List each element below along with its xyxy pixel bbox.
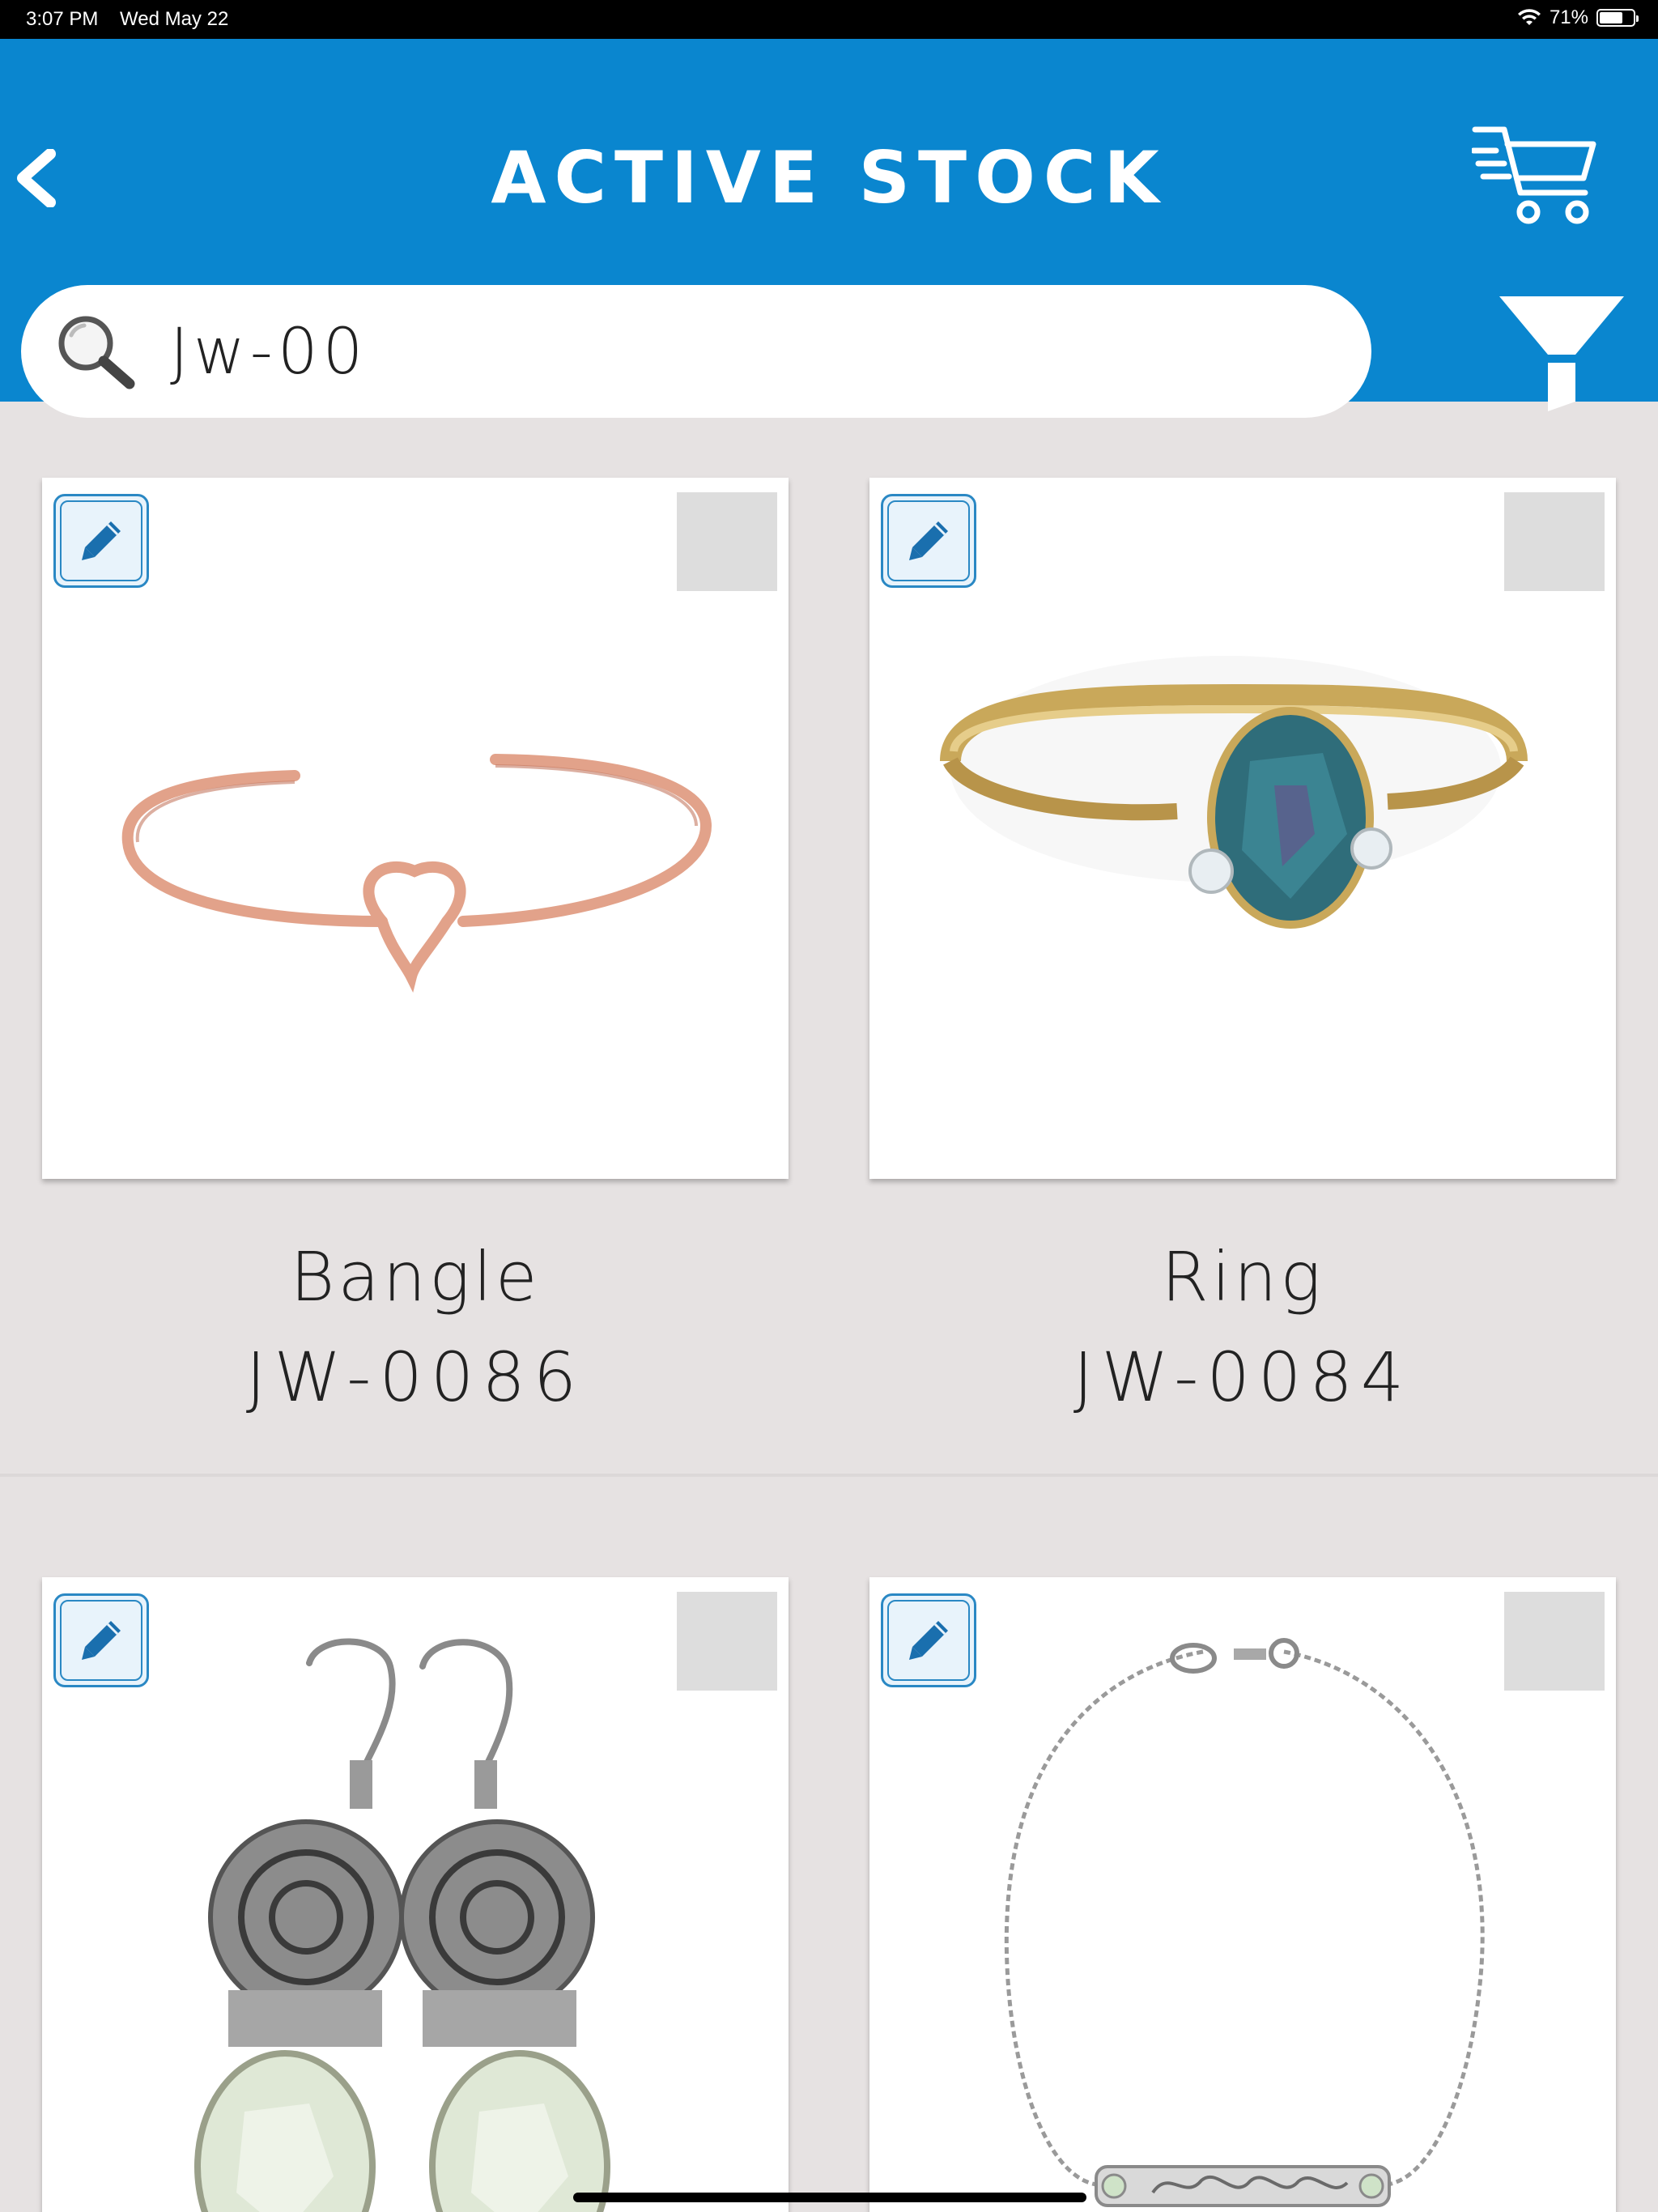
- search-bar[interactable]: [21, 285, 1371, 418]
- edit-button[interactable]: [881, 1593, 976, 1687]
- pencil-icon: [82, 521, 121, 560]
- product-card[interactable]: [869, 1577, 1616, 2212]
- pencil-icon: [909, 521, 948, 560]
- status-time: 3:07 PM: [26, 8, 99, 30]
- edit-button-inner: [887, 1600, 970, 1681]
- edit-button-inner: [60, 1600, 142, 1681]
- status-bar: 3:07 PM Wed May 22 71%: [0, 0, 1658, 39]
- select-checkbox[interactable]: [1504, 492, 1605, 591]
- status-date: Wed May 22: [120, 8, 229, 30]
- edit-button[interactable]: [881, 494, 976, 588]
- battery-fill: [1600, 12, 1622, 23]
- header-bar: ACTIVE STOCK: [0, 39, 1658, 418]
- product-card[interactable]: [42, 1577, 789, 2212]
- funnel-icon: [1499, 296, 1624, 411]
- select-checkbox[interactable]: [677, 1592, 777, 1691]
- select-checkbox[interactable]: [1504, 1592, 1605, 1691]
- product-code: JW-0086: [245, 1338, 585, 1417]
- cart-icon: [1470, 126, 1596, 224]
- product-card[interactable]: [869, 478, 1616, 1179]
- product-card[interactable]: [42, 478, 789, 1179]
- pencil-icon: [82, 1621, 121, 1660]
- battery-icon: [1596, 9, 1639, 27]
- search-icon: [58, 316, 135, 389]
- product-code: JW-0084: [1073, 1338, 1413, 1417]
- home-indicator[interactable]: [573, 2193, 1086, 2202]
- select-checkbox[interactable]: [677, 492, 777, 591]
- edit-button[interactable]: [53, 1593, 149, 1687]
- pencil-icon: [909, 1621, 948, 1660]
- row-divider: [0, 1474, 1658, 1477]
- edit-button-inner: [60, 500, 142, 581]
- product-name: Ring: [1161, 1237, 1324, 1317]
- search-input[interactable]: [170, 308, 1336, 397]
- wifi-icon: [1517, 9, 1541, 25]
- edit-button[interactable]: [53, 494, 149, 588]
- battery-percent: 71%: [1549, 6, 1588, 28]
- status-right: 71%: [1517, 6, 1639, 29]
- product-name: Bangle: [290, 1237, 541, 1317]
- edit-button-inner: [887, 500, 970, 581]
- active-stock-screen: 3:07 PM Wed May 22 71% ACTIVE STOCK Jw-0…: [0, 0, 1658, 2212]
- cart-button[interactable]: [1470, 118, 1601, 232]
- page-title: ACTIVE STOCK: [491, 136, 1167, 219]
- filter-button[interactable]: [1494, 290, 1629, 416]
